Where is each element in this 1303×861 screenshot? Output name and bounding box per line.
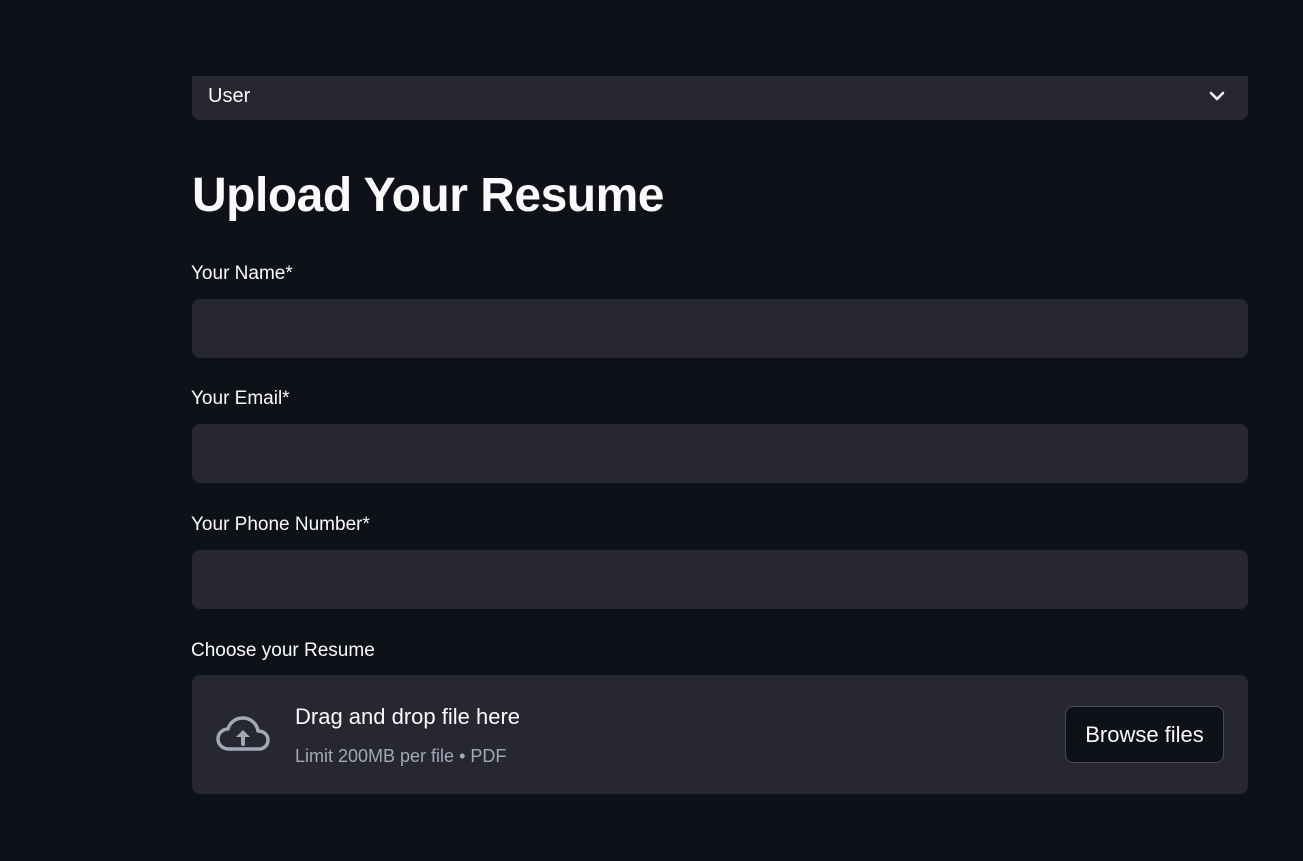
phone-input[interactable] <box>192 550 1248 609</box>
email-input[interactable] <box>192 424 1248 483</box>
cloud-upload-icon <box>215 713 271 755</box>
chevron-down-icon[interactable] <box>1208 87 1226 105</box>
browse-files-button[interactable]: Browse files <box>1065 706 1224 763</box>
phone-label: Your Phone Number* <box>191 514 370 535</box>
email-label: Your Email* <box>191 388 290 409</box>
role-select-value: User <box>208 84 251 107</box>
name-input[interactable] <box>192 299 1248 358</box>
dropzone-limit-text: Limit 200MB per file • PDF <box>295 746 507 766</box>
dropzone-instructions: Drag and drop file here <box>295 704 521 729</box>
file-dropzone[interactable]: Drag and drop file here Limit 200MB per … <box>192 675 1248 794</box>
page-title: Upload Your Resume <box>192 169 664 222</box>
name-label: Your Name* <box>191 263 293 284</box>
role-select[interactable]: User <box>192 76 1248 120</box>
resume-upload-label: Choose your Resume <box>191 640 375 661</box>
